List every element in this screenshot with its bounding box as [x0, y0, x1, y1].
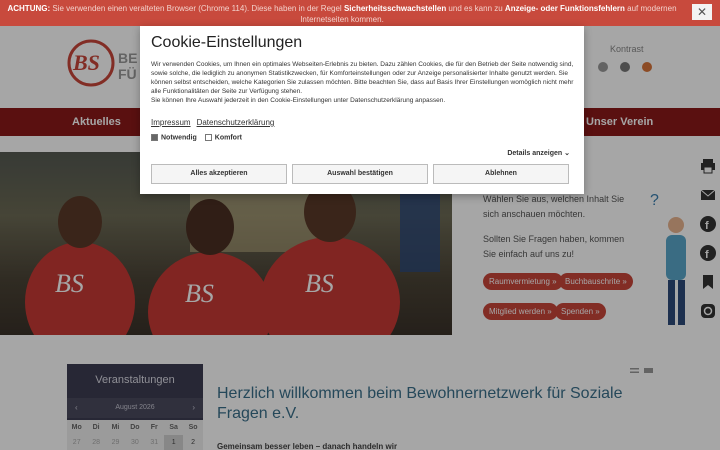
cookie-dialog: Cookie-Einstellungen Wir verwenden Cooki…: [140, 26, 584, 194]
details-toggle[interactable]: Details anzeigen ⌄: [507, 149, 570, 157]
checkbox-necessary[interactable]: Notwendig: [151, 134, 197, 141]
impressum-link[interactable]: Impressum: [151, 118, 191, 127]
close-icon[interactable]: ✕: [692, 4, 712, 20]
checkbox-box[interactable]: [204, 134, 212, 141]
checkbox-comfort[interactable]: Komfort: [204, 134, 242, 142]
cookie-categories: Notwendig Komfort: [151, 134, 242, 141]
warning-bold-display: Anzeige- oder Funktionsfehlern: [504, 4, 625, 13]
warning-text: Sie verwenden einen veralteten Browser (…: [50, 4, 344, 13]
outdated-browser-warning: ACHTUNG: Sie verwenden einen veralteten …: [0, 0, 720, 26]
warning-text-2: und es kann zu: [446, 4, 505, 13]
warning-bold-security: Sicherheitsschwachstellen: [343, 4, 447, 13]
privacy-link[interactable]: Datenschutzerklärung: [197, 118, 275, 127]
confirm-selection-button[interactable]: Auswahl bestätigen: [292, 164, 428, 184]
checkbox-box[interactable]: [151, 134, 158, 141]
cookie-text-2: Sie können Ihre Auswahl jederzeit in den…: [151, 97, 446, 104]
reject-button[interactable]: Ablehnen: [433, 164, 569, 184]
chevron-down-icon: ⌄: [564, 150, 570, 157]
cookie-links: Impressum Datenschutzerklärung: [151, 118, 274, 127]
cookie-description: Wir verwenden Cookies, um Ihnen ein opti…: [151, 60, 576, 105]
warning-prefix: ACHTUNG:: [7, 4, 51, 13]
cookie-title: Cookie-Einstellungen: [151, 34, 303, 51]
accept-all-button[interactable]: Alles akzeptieren: [151, 164, 287, 184]
cookie-text: Wir verwenden Cookies, um Ihnen ein opti…: [151, 61, 574, 95]
checkbox-comfort-label: Komfort: [214, 134, 242, 142]
details-label: Details anzeigen: [507, 150, 563, 157]
checkbox-necessary-label: Notwendig: [161, 134, 197, 142]
